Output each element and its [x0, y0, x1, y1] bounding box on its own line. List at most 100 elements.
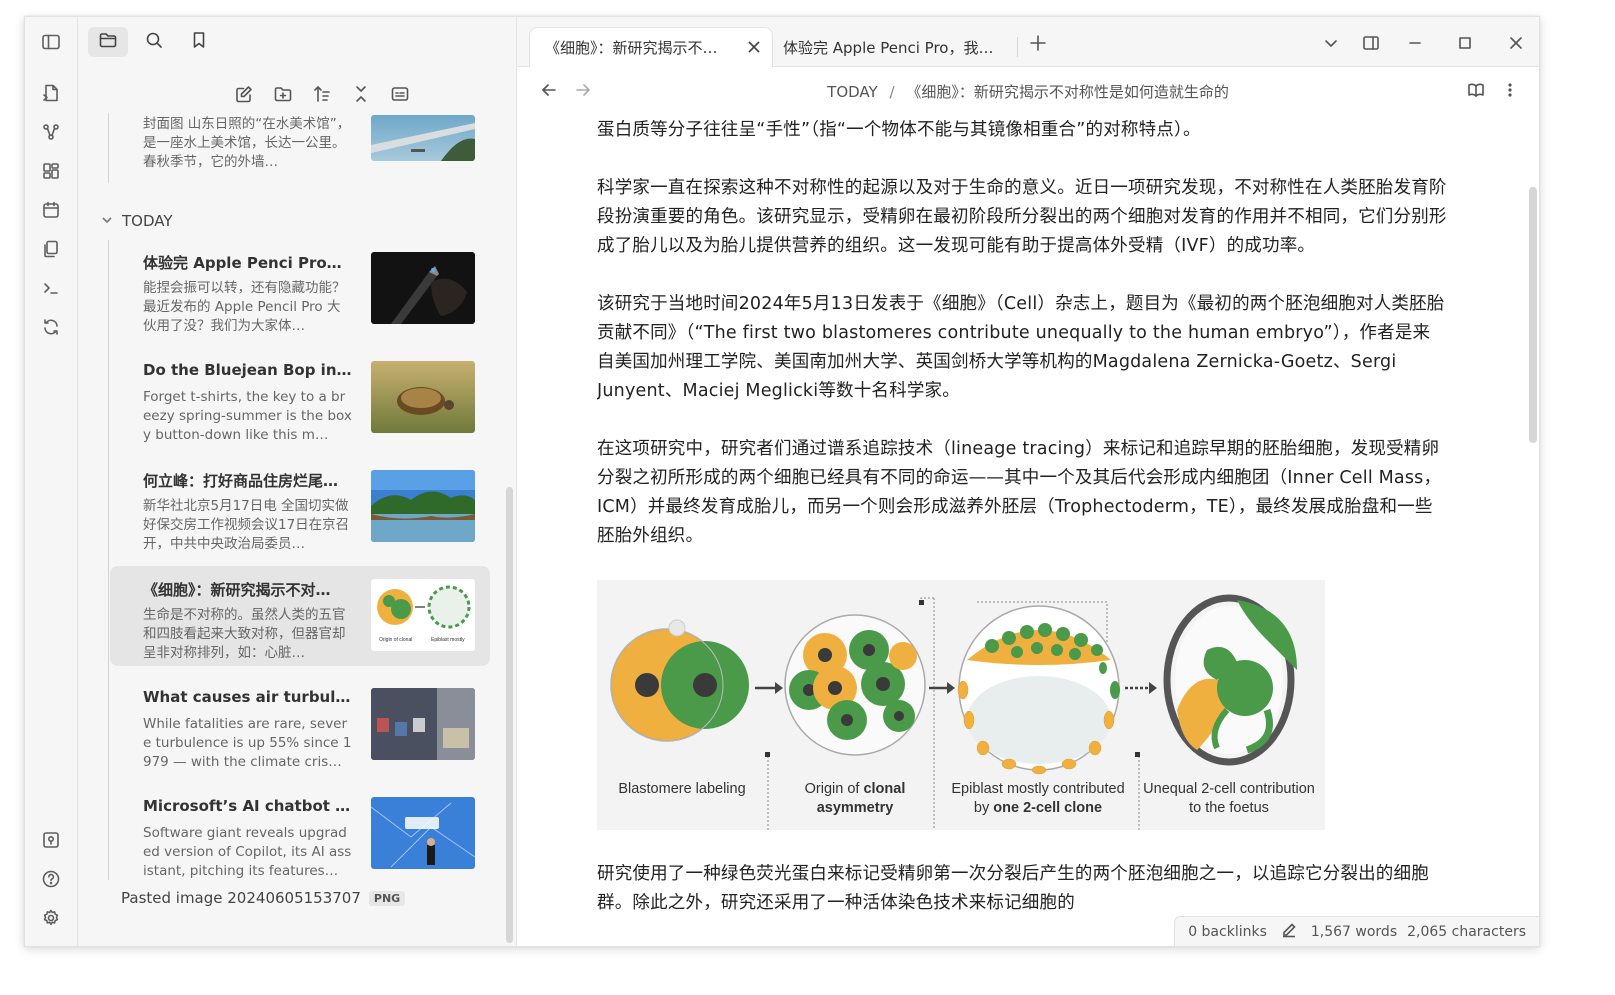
svg-text:Origin of clonal: Origin of clonal — [379, 637, 412, 643]
tab-bar: 《细胞》：新研究揭示不… 体验完 Apple Penci Pro，我… — [517, 17, 1539, 67]
tab-label: 体验完 Apple Penci Pro，我… — [783, 38, 994, 57]
editor-scrollbar[interactable] — [1529, 187, 1537, 443]
sidebar-scrollbar[interactable] — [506, 487, 513, 943]
note-snippet: Forget t-shirts, the key to a breezy spr… — [143, 389, 352, 443]
note-item[interactable]: What causes air turbulen… While fataliti… — [110, 675, 490, 775]
figure-caption: Epiblast mostly contributed by one 2-cel… — [945, 780, 1131, 818]
paragraph: 蛋白质等分子往往呈“手性”（指“一个物体不能与其镜像相重合”的对称特点）。 — [597, 120, 1201, 140]
character-count: 2,065 characters — [1407, 923, 1526, 940]
file-explorer-sidebar: 封面图 山东日照的“在水美术馆”，是一座水上美术馆，长达一公里。春秋季节，它的外… — [78, 17, 517, 946]
paragraph: 在这项研究中，研究者们通过谱系追踪技术（lineage tracing）来标记和… — [597, 439, 1442, 546]
note-item[interactable]: Microsoft’s AI chatbot wi… Software gian… — [110, 784, 490, 884]
note-snippet: 封面图 山东日照的“在水美术馆”，是一座水上美术馆，长达一公里。春秋季节，它的外… — [143, 116, 351, 170]
new-tab-icon[interactable] — [1026, 31, 1050, 55]
paragraph: 科学家一直在探索这种不对称性的起源以及对于生命的意义。近日一项研究发现，不对称性… — [597, 178, 1447, 256]
note-title: What causes air turbulen… — [143, 688, 353, 706]
reading-view-icon[interactable] — [1465, 79, 1487, 101]
note-title: 《细胞》：新研究揭示不对… — [143, 581, 331, 599]
tab-active-note[interactable]: 《细胞》：新研究揭示不… — [529, 27, 773, 67]
note-title: 何立峰：打好商品住房烂尾… — [143, 472, 339, 490]
note-thumbnail — [371, 252, 475, 324]
templates-icon[interactable] — [38, 236, 64, 262]
paragraph: 该研究于当地时间2024年5月13日发表于《细胞》（Cell）杂志上，题目为《最… — [597, 294, 1445, 401]
note-thumbnail — [371, 688, 475, 760]
note-content[interactable]: 蛋白质等分子往往呈“手性”（指“一个物体不能与其镜像相重合”的对称特点）。 科学… — [597, 111, 1447, 946]
note-thumbnail — [371, 361, 475, 433]
command-palette-icon[interactable] — [38, 275, 64, 301]
file-explorer-toolbar — [78, 81, 516, 109]
sidebar-toggle-icon[interactable] — [38, 29, 64, 55]
bookmarks-tab[interactable] — [179, 27, 219, 57]
file-list: 封面图 山东日照的“在水美术馆”，是一座水上美术馆，长达一公里。春秋季节，它的外… — [78, 113, 516, 943]
sync-icon[interactable] — [38, 314, 64, 340]
figure-caption: Unequal 2-cell contribution to the foetu… — [1139, 780, 1319, 818]
chevron-down-icon — [100, 213, 116, 229]
bookmark-icon — [189, 30, 209, 54]
note-title: Do the Bluejean Bop in J… — [143, 361, 353, 379]
note-item[interactable]: 封面图 山东日照的“在水美术馆”，是一座水上美术馆，长达一公里。春秋季节，它的外… — [110, 113, 490, 187]
indent-guide — [108, 240, 109, 880]
settings-icon[interactable] — [38, 905, 64, 931]
note-snippet: Software giant reveals upgraded version … — [143, 825, 352, 879]
note-thumbnail — [371, 115, 475, 161]
note-item[interactable]: Do the Bluejean Bop in J… Forget t-shirt… — [110, 348, 490, 448]
note-thumbnail: Origin of clonal Epiblast mostly — [371, 579, 475, 651]
word-count: 1,567 words — [1310, 923, 1398, 940]
note-item[interactable]: 体验完 Apple Penci Pro，… 能捏会振可以转，还有隐藏功能？最近发… — [110, 239, 490, 339]
chevron-down-icon[interactable] — [1319, 31, 1343, 55]
sort-icon[interactable] — [309, 81, 335, 107]
daily-note-icon[interactable] — [38, 197, 64, 223]
search-icon — [144, 30, 164, 54]
attachment-name: Pasted image 20240605153707 — [121, 889, 361, 907]
caption-bold-text: one 2-cell clone — [993, 800, 1103, 816]
svg-text:Epiblast mostly: Epiblast mostly — [431, 637, 465, 643]
indent-guide — [108, 113, 109, 183]
note-snippet: 能捏会振可以转，还有隐藏功能？最近发布的 Apple Pencil Pro 大伙… — [143, 280, 346, 334]
new-note-icon[interactable] — [231, 81, 257, 107]
collapse-all-icon[interactable] — [348, 81, 374, 107]
editor-pane: 《细胞》：新研究揭示不… 体验完 Apple Penci Pro，我… TODA… — [517, 17, 1539, 946]
attachment-item[interactable]: Pasted image 20240605153707 PNG — [121, 889, 406, 907]
note-snippet: While fatalities are rare, severe turbul… — [143, 716, 352, 770]
open-quick-switcher-icon[interactable] — [38, 80, 64, 106]
tab-note[interactable]: 体验完 Apple Penci Pro，我… — [783, 27, 1013, 67]
search-tab[interactable] — [134, 27, 174, 57]
embedded-figure[interactable]: Blastomere labeling Origin of clonal asy… — [597, 580, 1325, 830]
files-tab[interactable] — [88, 27, 128, 57]
view-header: TODAY / 《细胞》：新研究揭示不对称性是如何造就生命的 — [517, 71, 1539, 107]
figure-caption: Blastomere labeling — [607, 780, 757, 799]
close-window-icon[interactable] — [1504, 31, 1528, 55]
close-icon[interactable] — [746, 39, 762, 55]
auto-reveal-icon[interactable] — [387, 81, 413, 107]
note-snippet: 生命是不对称的。虽然人类的五官和四肢看起来大致对称，但器官却呈非对称排列，如：心… — [143, 607, 346, 661]
file-type-badge: PNG — [368, 890, 406, 906]
note-item-active[interactable]: 《细胞》：新研究揭示不对… 生命是不对称的。虽然人类的五官和四肢看起来大致对称，… — [110, 566, 490, 666]
new-folder-icon[interactable] — [270, 81, 296, 107]
breadcrumb-file[interactable]: 《细胞》：新研究揭示不对称性是如何造就生命的 — [906, 83, 1229, 101]
note-thumbnail — [371, 470, 475, 542]
breadcrumb: TODAY / 《细胞》：新研究揭示不对称性是如何造就生命的 — [517, 81, 1539, 102]
open-vault-icon[interactable] — [38, 827, 64, 853]
folder-label: TODAY — [122, 212, 173, 230]
toggle-right-sidebar-icon[interactable] — [1359, 31, 1383, 55]
help-icon[interactable] — [38, 866, 64, 892]
note-title: 体验完 Apple Penci Pro，… — [143, 254, 353, 272]
paragraph: 研究使用了一种绿色荧光蛋白来标记受精卵第一次分裂后产生的两个胚泡细胞之一，以追踪… — [597, 864, 1429, 913]
folder-today[interactable]: TODAY — [100, 209, 173, 233]
caption-text: Origin of — [804, 781, 864, 797]
caption-text: Unequal 2-cell contribution to the foetu… — [1143, 781, 1315, 816]
breadcrumb-folder[interactable]: TODAY — [827, 83, 878, 101]
canvas-icon[interactable] — [38, 158, 64, 184]
edit-mode-icon[interactable] — [1277, 922, 1301, 942]
note-snippet: 新华社北京5月17日电 全国切实做好保交房工作视频会议17日在京召开，中共中央政… — [143, 498, 350, 552]
minimize-icon[interactable] — [1403, 31, 1427, 55]
note-item[interactable]: 何立峰：打好商品住房烂尾… 新华社北京5月17日电 全国切实做好保交房工作视频会… — [110, 457, 490, 557]
figure-caption: Origin of clonal asymmetry — [779, 780, 931, 818]
graph-view-icon[interactable] — [38, 119, 64, 145]
note-title: Microsoft’s AI chatbot wi… — [143, 797, 353, 815]
backlinks-count[interactable]: 0 backlinks — [1188, 924, 1267, 940]
folder-icon — [98, 30, 118, 54]
more-options-icon[interactable] — [1499, 79, 1521, 101]
breadcrumb-separator: / — [889, 83, 895, 101]
maximize-icon[interactable] — [1453, 31, 1477, 55]
